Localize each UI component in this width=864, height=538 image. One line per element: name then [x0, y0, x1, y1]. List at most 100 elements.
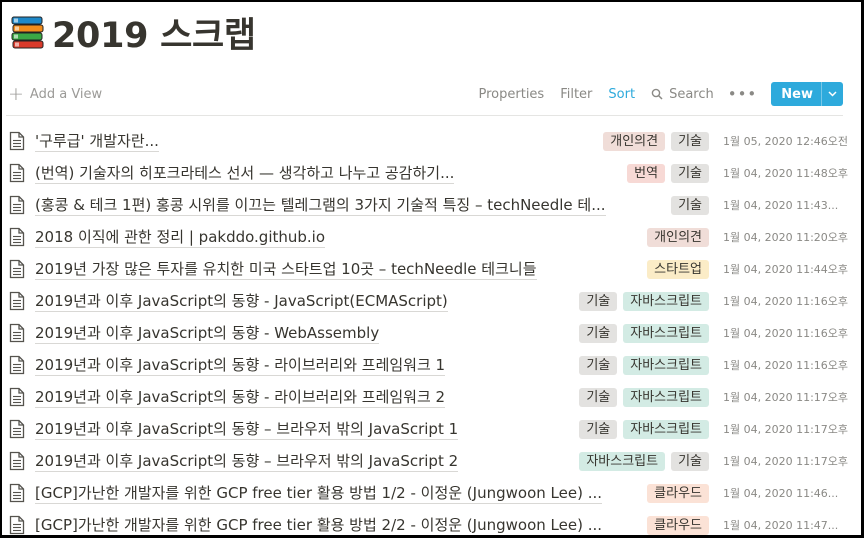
tag-badge: 자바스크립트: [579, 451, 666, 471]
created-date: 1월 04, 2020 11:44오후: [723, 263, 849, 276]
created-date: 1월 04, 2020 11:20오후: [723, 231, 849, 244]
row-properties: 번역 기술 1월 04, 2020 11:48오후: [621, 163, 849, 183]
row-properties: 자바스크립트 기술 1월 04, 2020 11:17오후: [573, 451, 849, 471]
tag-badge: 기술: [579, 291, 618, 311]
page-link[interactable]: '구루급' 개발자란...: [35, 131, 159, 152]
page-link[interactable]: 2019년 가장 많은 투자를 유치한 미국 스타트업 10곳 – techNe…: [35, 259, 537, 280]
tag-badge: 자바스크립트: [623, 355, 709, 375]
list-item[interactable]: 2019년과 이후 JavaScript의 동향 - WebAssembly 기술…: [2, 317, 861, 349]
page-link[interactable]: [GCP]가난한 개발자를 위한 GCP free tier 활용 방법 1/2…: [35, 483, 602, 504]
page-link[interactable]: 2019년과 이후 JavaScript의 동향 – 브라우저 밖의 JavaS…: [35, 419, 459, 440]
tag-badge: 번역: [627, 163, 666, 183]
created-date: 1월 05, 2020 12:46오전: [723, 135, 849, 148]
created-date: 1월 04, 2020 11:16오후: [723, 327, 849, 340]
row-properties: 기술 자바스크립트 1월 04, 2020 11:17오후: [573, 419, 849, 439]
page-title[interactable]: 2019 스크랩: [52, 7, 256, 58]
plus-icon: +: [8, 82, 24, 105]
created-date: 1월 04, 2020 11:43...: [723, 199, 839, 212]
page-link[interactable]: 2019년과 이후 JavaScript의 동향 – 브라우저 밖의 JavaS…: [35, 451, 459, 472]
created-date: 1월 04, 2020 11:16오후: [723, 295, 849, 308]
row-properties: 클라우드 1월 04, 2020 11:47...: [641, 515, 839, 535]
page-icon: [9, 163, 25, 183]
created-date: 1월 04, 2020 11:48오후: [723, 167, 849, 180]
page-link[interactable]: (번역) 기술자의 히포크라테스 선서 — 생각하고 나누고 공감하기...: [35, 163, 455, 184]
new-button-label: New: [781, 86, 813, 102]
tag-badge: 개인의견: [603, 131, 666, 151]
search-button[interactable]: Search: [651, 87, 714, 102]
created-date: 1월 04, 2020 11:16오후: [723, 359, 849, 372]
books-icon[interactable]: [10, 14, 46, 50]
tag-badge: 기술: [579, 419, 618, 439]
search-label: Search: [669, 86, 714, 102]
page-link[interactable]: 2019년과 이후 JavaScript의 동향 - JavaScript(EC…: [35, 291, 448, 312]
list-item[interactable]: [GCP]가난한 개발자를 위한 GCP free tier 활용 방법 1/2…: [2, 477, 861, 509]
list-item[interactable]: 2019년과 이후 JavaScript의 동향 - 라이브러리와 프레임워크 …: [2, 381, 861, 413]
created-date: 1월 04, 2020 11:17오후: [723, 455, 849, 468]
tag-badge: 자바스크립트: [623, 323, 709, 343]
page-icon: [9, 515, 25, 535]
row-properties: 개인의견 기술 1월 05, 2020 12:46오전: [597, 131, 849, 151]
row-properties: 스타트업 1월 04, 2020 11:44오후: [641, 259, 849, 279]
filter-button[interactable]: Filter: [560, 87, 592, 102]
tag-badge: 자바스크립트: [623, 291, 709, 311]
properties-button[interactable]: Properties: [479, 87, 545, 102]
list-item[interactable]: 2019년과 이후 JavaScript의 동향 - JavaScript(EC…: [2, 285, 861, 317]
page-icon: [9, 451, 25, 471]
toolbar-actions: Properties Filter Sort Search ••• New: [463, 82, 843, 106]
tag-badge: 클라우드: [647, 483, 709, 503]
tag-badge: 기술: [671, 163, 709, 183]
page-header: 2019 스크랩: [10, 10, 256, 56]
page-icon: [9, 259, 25, 279]
list-item[interactable]: 2019년과 이후 JavaScript의 동향 – 브라우저 밖의 JavaS…: [2, 445, 861, 477]
page-link[interactable]: (홍콩 & 테크 1편) 홍콩 시위를 이끄는 텔레그램의 3가지 기술적 특징…: [35, 195, 606, 216]
toolbar-divider: [6, 115, 843, 116]
list-item[interactable]: '구루급' 개발자란... 개인의견 기술 1월 05, 2020 12:46오전: [2, 125, 861, 157]
list-item[interactable]: 2019년 가장 많은 투자를 유치한 미국 스타트업 10곳 – techNe…: [2, 253, 861, 285]
page-link[interactable]: 2018 이직에 관한 정리 | pakddo.github.io: [35, 227, 326, 248]
more-options-icon[interactable]: •••: [728, 85, 758, 103]
created-date: 1월 04, 2020 11:17오후: [723, 423, 849, 436]
list-item[interactable]: [GCP]가난한 개발자를 위한 GCP free tier 활용 방법 2/2…: [2, 509, 861, 535]
created-date: 1월 04, 2020 11:47...: [723, 519, 839, 532]
tag-badge: 자바스크립트: [623, 387, 709, 407]
row-properties: 기술 자바스크립트 1월 04, 2020 11:17오후: [573, 387, 849, 407]
add-view-button[interactable]: + Add a View: [8, 82, 103, 105]
page-link[interactable]: [GCP]가난한 개발자를 위한 GCP free tier 활용 방법 2/2…: [35, 515, 602, 535]
search-icon: [651, 88, 663, 100]
tag-badge: 기술: [671, 451, 709, 471]
sort-button[interactable]: Sort: [608, 87, 635, 102]
page-icon: [9, 419, 25, 439]
list-item[interactable]: (번역) 기술자의 히포크라테스 선서 — 생각하고 나누고 공감하기... 번역…: [2, 157, 861, 189]
tag-badge: 클라우드: [647, 515, 709, 535]
tag-badge: 기술: [579, 355, 618, 375]
page-icon: [9, 323, 25, 343]
tag-badge: 기술: [671, 131, 709, 151]
row-properties: 클라우드 1월 04, 2020 11:46...: [641, 483, 839, 503]
page-link[interactable]: 2019년과 이후 JavaScript의 동향 - 라이브러리와 프레임워크 …: [35, 387, 446, 408]
created-date: 1월 04, 2020 11:46...: [723, 487, 839, 500]
page-icon: [9, 291, 25, 311]
page-link[interactable]: 2019년과 이후 JavaScript의 동향 - 라이브러리와 프레임워크 …: [35, 355, 446, 376]
add-view-label: Add a View: [29, 86, 103, 102]
tag-badge: 기술: [579, 387, 618, 407]
page-frame: 2019 스크랩 + Add a View Properties Filter …: [0, 0, 864, 538]
page-link[interactable]: 2019년과 이후 JavaScript의 동향 - WebAssembly: [35, 323, 380, 344]
list-item[interactable]: 2019년과 이후 JavaScript의 동향 – 브라우저 밖의 JavaS…: [2, 413, 861, 445]
tag-badge: 기술: [579, 323, 618, 343]
page-icon: [9, 483, 25, 503]
row-properties: 기술 자바스크립트 1월 04, 2020 11:16오후: [573, 291, 849, 311]
page-icon: [9, 195, 25, 215]
list-item[interactable]: 2019년과 이후 JavaScript의 동향 - 라이브러리와 프레임워크 …: [2, 349, 861, 381]
page-icon: [9, 227, 25, 247]
chevron-down-icon[interactable]: [821, 82, 843, 106]
created-date: 1월 04, 2020 11:17오후: [723, 391, 849, 404]
list-item[interactable]: (홍콩 & 테크 1편) 홍콩 시위를 이끄는 텔레그램의 3가지 기술적 특징…: [2, 189, 861, 221]
list-item[interactable]: 2018 이직에 관한 정리 | pakddo.github.io 개인의견 1월 …: [2, 221, 861, 253]
page-icon: [9, 131, 25, 151]
row-properties: 기술 자바스크립트 1월 04, 2020 11:16오후: [573, 355, 849, 375]
row-properties: 기술 자바스크립트 1월 04, 2020 11:16오후: [573, 323, 849, 343]
tag-badge: 스타트업: [647, 259, 709, 279]
row-properties: 개인의견 1월 04, 2020 11:20오후: [641, 227, 849, 247]
new-button[interactable]: New: [771, 82, 843, 106]
row-properties: 기술 1월 04, 2020 11:43...: [665, 195, 839, 215]
